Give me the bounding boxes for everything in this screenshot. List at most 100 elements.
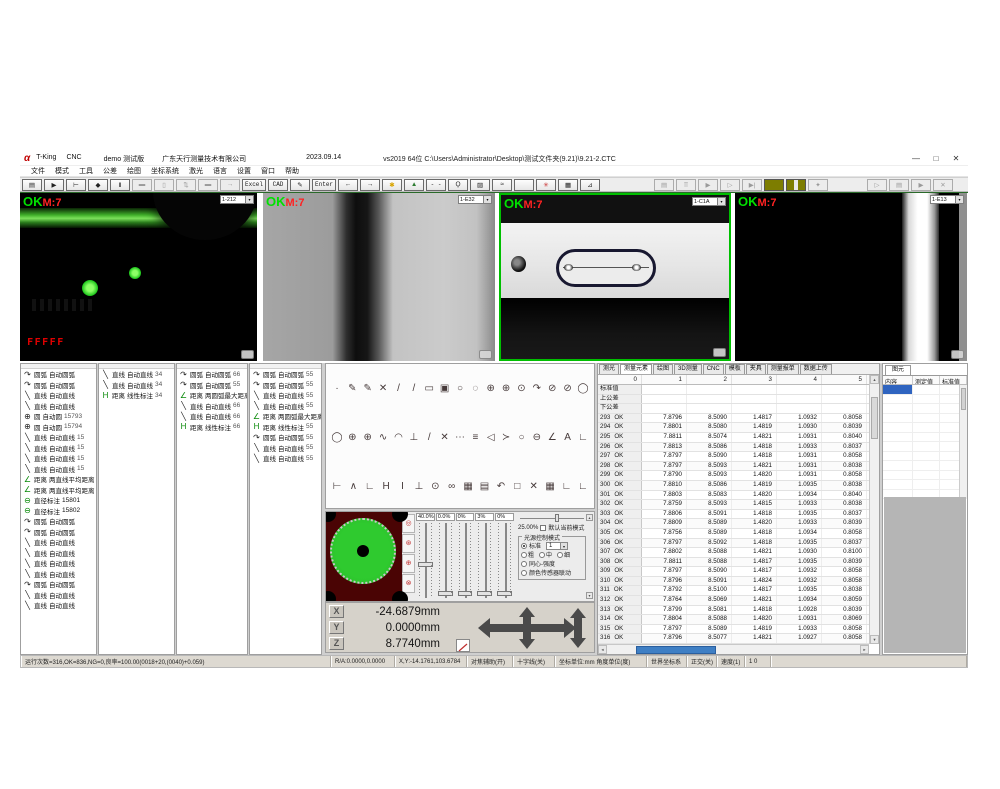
measure-item[interactable]: ╲直线自动直线15 — [21, 432, 96, 443]
disabled-2-button[interactable]: ▯ — [154, 179, 174, 191]
camera-selector[interactable]: 1-E13▾ — [930, 195, 964, 204]
measure-item[interactable]: ⊕圆自动圆15794 — [21, 422, 96, 433]
table-row[interactable]: 308OK7.88118.50881.48171.09350.80391.098… — [598, 558, 871, 568]
menu-item[interactable]: 设置 — [232, 166, 256, 176]
measure-item[interactable]: ╲直线自动直线 — [21, 401, 96, 412]
palette-tool-icon[interactable]: ⊕ — [361, 430, 375, 445]
slider-thumb[interactable] — [418, 562, 433, 567]
camera-view-2[interactable]: OKM:7 1-E32▾ — [263, 193, 495, 361]
scroll-down-icon[interactable]: ▾ — [586, 592, 593, 599]
radio-option[interactable]: 细 — [557, 550, 570, 559]
measure-item[interactable]: ↷圆弧自动圆弧 — [21, 579, 96, 590]
radio-color-sensor[interactable] — [521, 570, 527, 576]
measure-item[interactable]: ∠距离两直线平均距离 — [21, 485, 96, 496]
table-row[interactable]: 296OK7.88138.50861.48181.09330.80371.098… — [598, 443, 871, 453]
table-row[interactable]: 300OK7.88108.50861.48191.09350.80381.098… — [598, 481, 871, 491]
measure-item[interactable]: ╲直线自动直线 — [21, 548, 96, 559]
camera-view-3-selected[interactable]: OKM:7 1-C1A▾ — [499, 193, 731, 361]
radio-option[interactable]: 粗 — [521, 550, 534, 559]
diagonal-move-button[interactable] — [456, 639, 470, 652]
measure-item[interactable]: ∠距离两直线平均距离 — [21, 474, 96, 485]
zoom-slider[interactable] — [520, 514, 584, 522]
hatch-button[interactable]: ▨ — [470, 179, 490, 191]
measure-item[interactable]: ╲直线自动直线15 — [21, 453, 96, 464]
measure-item[interactable]: ↷圆弧自动圆弧 — [21, 369, 96, 380]
measure-item[interactable]: H距离线性标注34 — [99, 390, 174, 401]
slider-track[interactable] — [436, 523, 455, 598]
table-row[interactable]: 316OK7.87968.50771.48211.09270.80581.098… — [598, 634, 871, 644]
open-folder-button[interactable]: ▶ — [44, 179, 64, 191]
measure-item[interactable]: H距离线性标注66 — [177, 422, 247, 433]
palette-tool-icon[interactable]: ○ — [515, 430, 529, 445]
measure-item[interactable]: H距离线性标注55 — [250, 422, 321, 433]
tab-2[interactable]: 测量元素 — [620, 364, 652, 374]
slider-thumb[interactable] — [438, 591, 453, 596]
menu-item[interactable]: 工具 — [74, 166, 98, 176]
palette-tool-icon[interactable]: ✕ — [376, 381, 390, 396]
vertical-scrollbar[interactable] — [959, 385, 967, 497]
close-button[interactable]: ✕ — [948, 153, 964, 165]
pause-block-button[interactable] — [786, 179, 806, 191]
palette-tool-icon[interactable]: ∞ — [445, 479, 459, 494]
table-row[interactable]: 307OK7.88028.50881.48211.09300.81001.098… — [598, 548, 871, 558]
palette-tool-icon[interactable]: ∟ — [363, 479, 377, 494]
measure-item[interactable]: ⊖直径标注15801 — [21, 495, 96, 506]
measure-item[interactable]: ∠距离两圆弧最大距离 — [177, 390, 247, 401]
cad-export-button[interactable]: CAD — [268, 179, 288, 191]
measure-item[interactable]: ╲直线自动直线 — [21, 390, 96, 401]
measure-item[interactable]: ↷圆弧自动圆弧55 — [250, 432, 321, 443]
jog-cross-arrows[interactable] — [476, 605, 578, 651]
element-row[interactable] — [883, 452, 967, 462]
pan-hand-icon[interactable] — [479, 350, 492, 359]
image-view-button[interactable]: ▲ — [404, 179, 424, 191]
draw-pen-button[interactable]: ✎ — [290, 179, 310, 191]
table-row[interactable]: 294OK7.88018.50801.48191.09300.80391.098… — [598, 423, 871, 433]
measure-item[interactable]: ↷圆弧自动圆弧 — [21, 380, 96, 391]
measure-item[interactable]: ╲直线自动直线34 — [99, 369, 174, 380]
palette-tool-icon[interactable]: ⋯ — [453, 430, 467, 445]
radio-standard[interactable] — [521, 543, 527, 549]
palette-tool-icon[interactable]: ⊥ — [407, 430, 421, 445]
menu-item[interactable]: 窗口 — [256, 166, 280, 176]
menu-item[interactable]: 绘图 — [122, 166, 146, 176]
element-row[interactable] — [883, 480, 967, 490]
maximize-button[interactable]: □ — [928, 153, 944, 165]
palette-tool-icon[interactable]: ⊥ — [412, 479, 426, 494]
play-2-button[interactable]: ▷ — [867, 179, 887, 191]
palette-tool-icon[interactable]: ◯ — [330, 430, 344, 445]
play-button[interactable]: ▷ — [720, 179, 740, 191]
profile-button[interactable]: ≈ — [492, 179, 512, 191]
slider-track[interactable] — [495, 523, 514, 598]
table-row[interactable]: 303OK7.88068.50911.48181.09350.80371.098… — [598, 510, 871, 520]
pan-hand-icon[interactable] — [951, 350, 964, 359]
scroll-up-icon[interactable]: ▴ — [586, 514, 593, 521]
measure-item[interactable]: ╲直线自动直线 — [21, 569, 96, 580]
tab-5[interactable]: CNC — [703, 364, 724, 374]
palette-tool-icon[interactable]: ◯ — [576, 381, 590, 396]
radio-option[interactable]: 中 — [539, 550, 552, 559]
palette-tool-icon[interactable]: ⊘ — [545, 381, 559, 396]
probe-button[interactable]: ◆ — [88, 179, 108, 191]
grid-2-button[interactable]: ⠿ — [676, 179, 696, 191]
palette-tool-icon[interactable]: ≻ — [499, 430, 513, 445]
open-2-button[interactable]: ▶ — [698, 179, 718, 191]
measure-item[interactable]: ╲直线自动直线55 — [250, 443, 321, 454]
measure-item[interactable]: ↷圆弧自动圆弧55 — [177, 380, 247, 391]
table-row[interactable]: 315OK7.87978.50891.48191.09330.80581.098… — [598, 625, 871, 635]
table-row[interactable]: 312OK7.87648.50691.48211.09340.80591.098… — [598, 596, 871, 606]
tab-8[interactable]: 测量报单 — [767, 364, 799, 374]
palette-tool-icon[interactable]: ≡ — [468, 430, 482, 445]
palette-tool-icon[interactable]: ∧ — [346, 479, 360, 494]
palette-tool-icon[interactable]: ↶ — [494, 479, 508, 494]
slider-track[interactable] — [456, 523, 475, 598]
scroll-down-icon[interactable]: ▾ — [870, 635, 879, 644]
horizontal-scrollbar[interactable]: ◂ ▸ — [598, 644, 869, 654]
scroll-thumb[interactable] — [961, 388, 966, 410]
scroll-thumb[interactable] — [636, 646, 716, 654]
disabled-3-button[interactable]: ⇅ — [176, 179, 196, 191]
palette-tool-icon[interactable]: · — [330, 381, 344, 396]
measure-item[interactable]: ∠距离两圆弧最大距离 — [250, 411, 321, 422]
pan-hand-icon[interactable] — [713, 348, 726, 357]
tolerance-row[interactable]: 标准值 — [598, 385, 871, 395]
tolerance-row[interactable]: 下公差 — [598, 404, 871, 414]
